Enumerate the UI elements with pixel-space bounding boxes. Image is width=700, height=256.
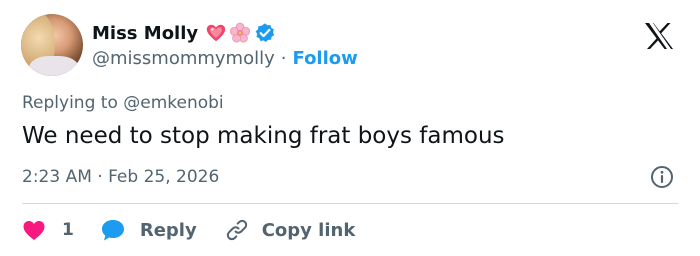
replying-mention[interactable]: @emkenobi <box>123 93 223 113</box>
tweet-text: We need to stop making frat boys famous <box>22 123 505 149</box>
tweet-card: Miss Molly @missmommymolly · Follow Repl… <box>0 0 700 256</box>
divider <box>22 203 678 204</box>
info-icon[interactable] <box>650 165 674 189</box>
action-bar: 1 Reply Copy link <box>22 216 355 244</box>
separator-dot: · <box>280 48 287 69</box>
reply-bubble-icon <box>101 220 124 241</box>
avatar-shirt <box>29 56 79 76</box>
verified-badge-icon <box>255 23 275 42</box>
reply-label: Reply <box>139 219 197 241</box>
author-handle-row: @missmommymolly · Follow <box>92 48 358 69</box>
replying-prefix: Replying to <box>22 93 118 113</box>
like-button[interactable]: 1 <box>22 219 74 241</box>
reply-button[interactable]: Reply <box>100 218 197 242</box>
cherry-blossom-icon <box>230 22 251 43</box>
x-logo-icon[interactable] <box>644 22 674 50</box>
link-icon <box>226 219 247 241</box>
avatar[interactable] <box>21 14 83 76</box>
tweet-timestamp[interactable]: 2:23 AM · Feb 25, 2026 <box>22 167 219 187</box>
replying-to: Replying to @emkenobi <box>22 93 224 113</box>
author-name[interactable]: Miss Molly <box>92 23 198 44</box>
author-handle[interactable]: @missmommymolly <box>92 48 275 69</box>
heart-icon <box>23 221 45 240</box>
copy-link-button[interactable]: Copy link <box>225 218 356 242</box>
follow-button[interactable]: Follow <box>293 48 358 69</box>
author-name-row: Miss Molly <box>92 20 276 46</box>
sparkling-heart-icon <box>206 24 226 42</box>
like-count: 1 <box>62 220 74 240</box>
copy-link-label: Copy link <box>261 219 356 241</box>
